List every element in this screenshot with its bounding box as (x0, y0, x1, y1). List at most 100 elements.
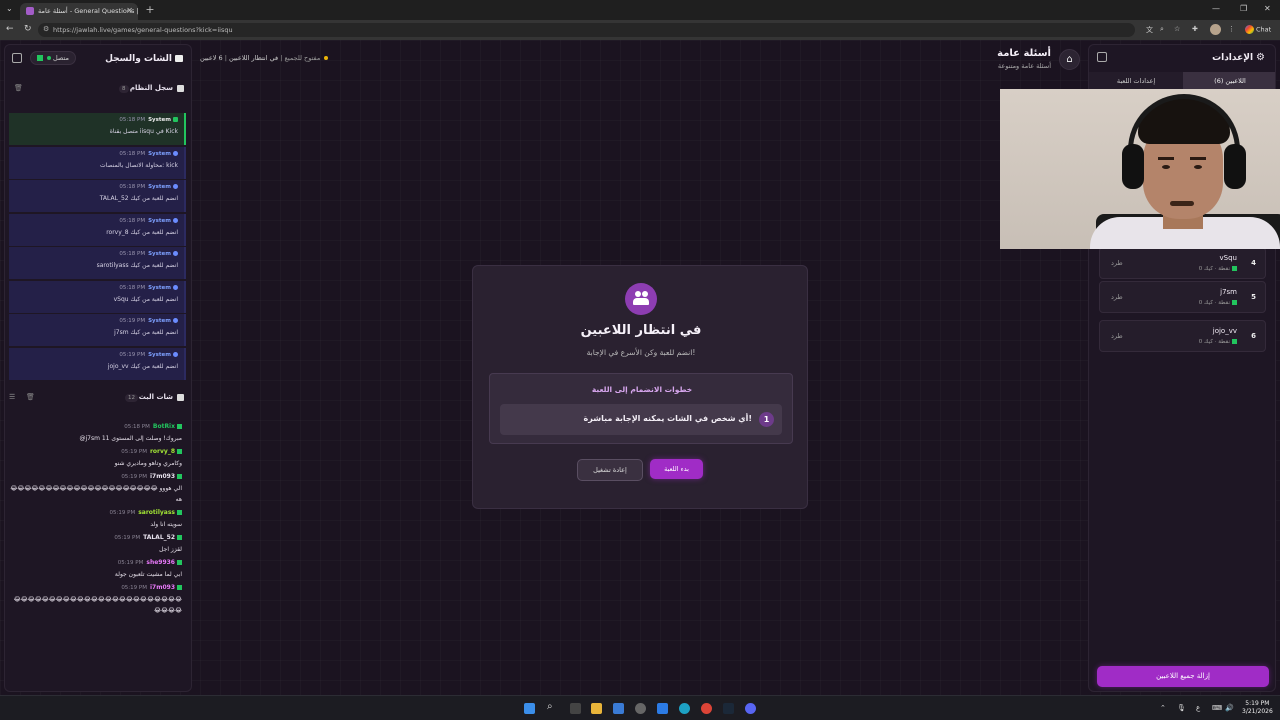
clear-log-trash-icon[interactable]: 🗑 (14, 84, 23, 92)
address-bar-row: ← ↻ ⚙ https://jawlah.live/games/general-… (0, 20, 1280, 40)
tab-menu-icon[interactable]: ⌄ (6, 4, 13, 13)
close-window-icon[interactable]: ✕ (1264, 4, 1271, 13)
player-name: jojo_vv (1212, 327, 1237, 335)
chrome-icon[interactable] (701, 703, 712, 714)
collapse-panel-icon[interactable] (1097, 52, 1107, 62)
player-row: 4 vSqu 0 نقطة · كيك طرد (1099, 247, 1266, 279)
input-language[interactable]: ع (1196, 704, 1200, 712)
site-info-icon[interactable]: ⚙ (43, 25, 49, 33)
network-icon[interactable]: ⌨ (1212, 704, 1222, 712)
stream-chat-icon (177, 394, 184, 401)
system-clock[interactable]: 5:19 PM 3/21/2026 (1242, 700, 1273, 716)
player-number: 5 (1251, 293, 1256, 301)
home-button[interactable]: ⌂ (1059, 49, 1080, 70)
panel-title: الشات والسجل (105, 54, 183, 64)
info-icon (173, 150, 178, 156)
browser-tab[interactable]: أسئلة عامة - General Questions | ... ✕ (20, 3, 138, 20)
minimize-icon[interactable]: — (1212, 4, 1220, 13)
game-status-bar: مفتوح للجميع | في انتظار اللاعبين | 6 لا… (200, 54, 330, 62)
tray-chevron-icon[interactable]: ⌃ (1160, 704, 1166, 712)
player-number: 4 (1251, 259, 1256, 267)
log-entry: 05:18 PM System متصل بقناة iisqu في Kick (9, 113, 186, 145)
kick-icon (173, 117, 178, 122)
new-tab-button[interactable]: + (143, 3, 157, 17)
log-text: vSqu انضم للعبة من كيك (113, 295, 178, 303)
start-icon[interactable] (524, 703, 535, 714)
steam-icon[interactable] (723, 703, 734, 714)
clear-chat-trash-icon[interactable]: 🗑 (26, 393, 35, 401)
search-icon[interactable]: ⌕ (547, 701, 553, 712)
kick-player-button[interactable]: طرد (1111, 293, 1123, 301)
sort-icon[interactable]: ☰ (9, 393, 15, 401)
join-steps-box: خطوات الانضمام إلى اللعبة 1 أي شخص في ال… (489, 373, 793, 444)
player-row: 6 jojo_vv 0 نقطة · كيك طرد (1099, 320, 1266, 352)
message-text: لقزز اجل (159, 546, 182, 553)
discord-icon[interactable] (745, 703, 756, 714)
log-text: sarotilyass انضم للعبة من كيك (96, 262, 178, 269)
system-log-title: سجل النظام (129, 84, 173, 92)
kick-icon (177, 510, 182, 515)
app-icon[interactable] (635, 703, 646, 714)
users-icon (625, 283, 657, 315)
info-icon (173, 318, 178, 323)
game-title: أسئلة عامة (997, 48, 1051, 59)
task-view-icon[interactable] (570, 703, 581, 714)
restart-button[interactable]: إعادة تشغيل (577, 459, 643, 481)
tab-players[interactable]: اللاعبين (6) (1183, 72, 1275, 90)
start-game-button[interactable]: بدء اللعبة (650, 459, 703, 479)
edge-icon[interactable] (679, 703, 690, 714)
kick-icon (177, 560, 182, 565)
close-tab-icon[interactable]: ✕ (126, 6, 133, 15)
kick-icon (177, 585, 182, 590)
chat-message: 05:19 PM i7m093 الي هووو 😂😂😂😂😂😂😂😂😂😂😂😂😂😂😂😂… (9, 473, 186, 505)
message-text: سويته انا ولد (150, 521, 182, 528)
chat-button[interactable]: Chat (1245, 25, 1271, 34)
stream-chat-title: شات البث (138, 393, 173, 401)
settings-tabs: إعدادات اللعبة اللاعبين (6) (1089, 72, 1275, 90)
chat-logo-icon (1245, 25, 1254, 34)
bookmark-star-icon[interactable]: ☆ (1174, 25, 1180, 33)
log-entry: 05:18 PM System محاولة الاتصال بالمنصات: … (9, 146, 186, 179)
translate-icon[interactable]: 文 (1146, 25, 1153, 35)
step-item: 1 أي شخص في الشات يمكنه الإجابة مباشرة! (500, 404, 782, 435)
steps-title: خطوات الانضمام إلى اللعبة (591, 385, 693, 394)
collapse-panel-icon[interactable] (12, 53, 22, 63)
message-text: ابي لما مشيت تلعبون جولة (114, 571, 182, 578)
waiting-card: في انتظار اللاعبين انضم للعبة وكن الأسرع… (472, 265, 808, 509)
zoom-icon[interactable]: ⌕ (1160, 25, 1164, 34)
reload-icon[interactable]: ↻ (24, 24, 32, 34)
mic-icon[interactable]: 🎙 (1177, 704, 1186, 712)
store-icon[interactable] (613, 703, 624, 714)
kick-icon (177, 424, 182, 429)
remove-all-players-button[interactable]: إزالة جميع اللاعبين (1097, 666, 1269, 687)
volume-icon[interactable]: 🔊 (1225, 704, 1234, 712)
message-text: الي هووو 😂😂😂😂😂😂😂😂😂😂😂😂😂😂😂😂😂😂😂😂😂 هه (10, 485, 182, 503)
chrome-menu-icon[interactable]: ⋮ (1228, 25, 1235, 33)
message-text: @j7sm مبروك! وصلت إلى المستوى 11 (79, 435, 182, 442)
kick-icon (1232, 266, 1237, 271)
players-count: 6 لاعبين (200, 54, 223, 62)
url-field[interactable]: ⚙ https://jawlah.live/games/general-ques… (38, 23, 1135, 37)
card-subtitle: انضم للعبة وكن الأسرع في الإجابة! (586, 348, 696, 357)
site-favicon-icon (26, 7, 34, 15)
log-entry: 05:18 PM System sarotilyass انضم للعبة من… (9, 247, 186, 279)
maximize-icon[interactable]: ❐ (1240, 4, 1247, 13)
file-explorer-icon[interactable] (591, 703, 602, 714)
extensions-icon[interactable]: ✚ (1192, 25, 1198, 33)
player-name: j7sm (1220, 288, 1237, 296)
browser-tab-strip: ⌄ أسئلة عامة - General Questions | ... ✕… (0, 0, 1280, 20)
stream-chat-list: 05:18 PM BotRix @j7sm مبروك! وصلت إلى الم… (9, 423, 186, 620)
status-text: في انتظار اللاعبين (229, 54, 279, 62)
chat-log-panel: متصل الشات والسجل سجل النظام 8 🗑 05:18 P… (4, 44, 192, 692)
info-icon (173, 217, 178, 223)
kick-player-button[interactable]: طرد (1111, 332, 1123, 340)
back-icon[interactable]: ← (6, 24, 14, 34)
log-text: محاولة الاتصال بالمنصات: kick (100, 161, 178, 169)
mail-icon[interactable] (657, 703, 668, 714)
profile-avatar[interactable] (1210, 24, 1221, 35)
step-text: أي شخص في الشات يمكنه الإجابة مباشرة! (583, 414, 753, 423)
chat-message: 05:18 PM BotRix @j7sm مبروك! وصلت إلى الم… (9, 423, 186, 444)
kick-player-button[interactable]: طرد (1111, 259, 1123, 267)
tab-game-settings[interactable]: إعدادات اللعبة (1089, 72, 1183, 90)
kick-icon (1232, 300, 1237, 305)
